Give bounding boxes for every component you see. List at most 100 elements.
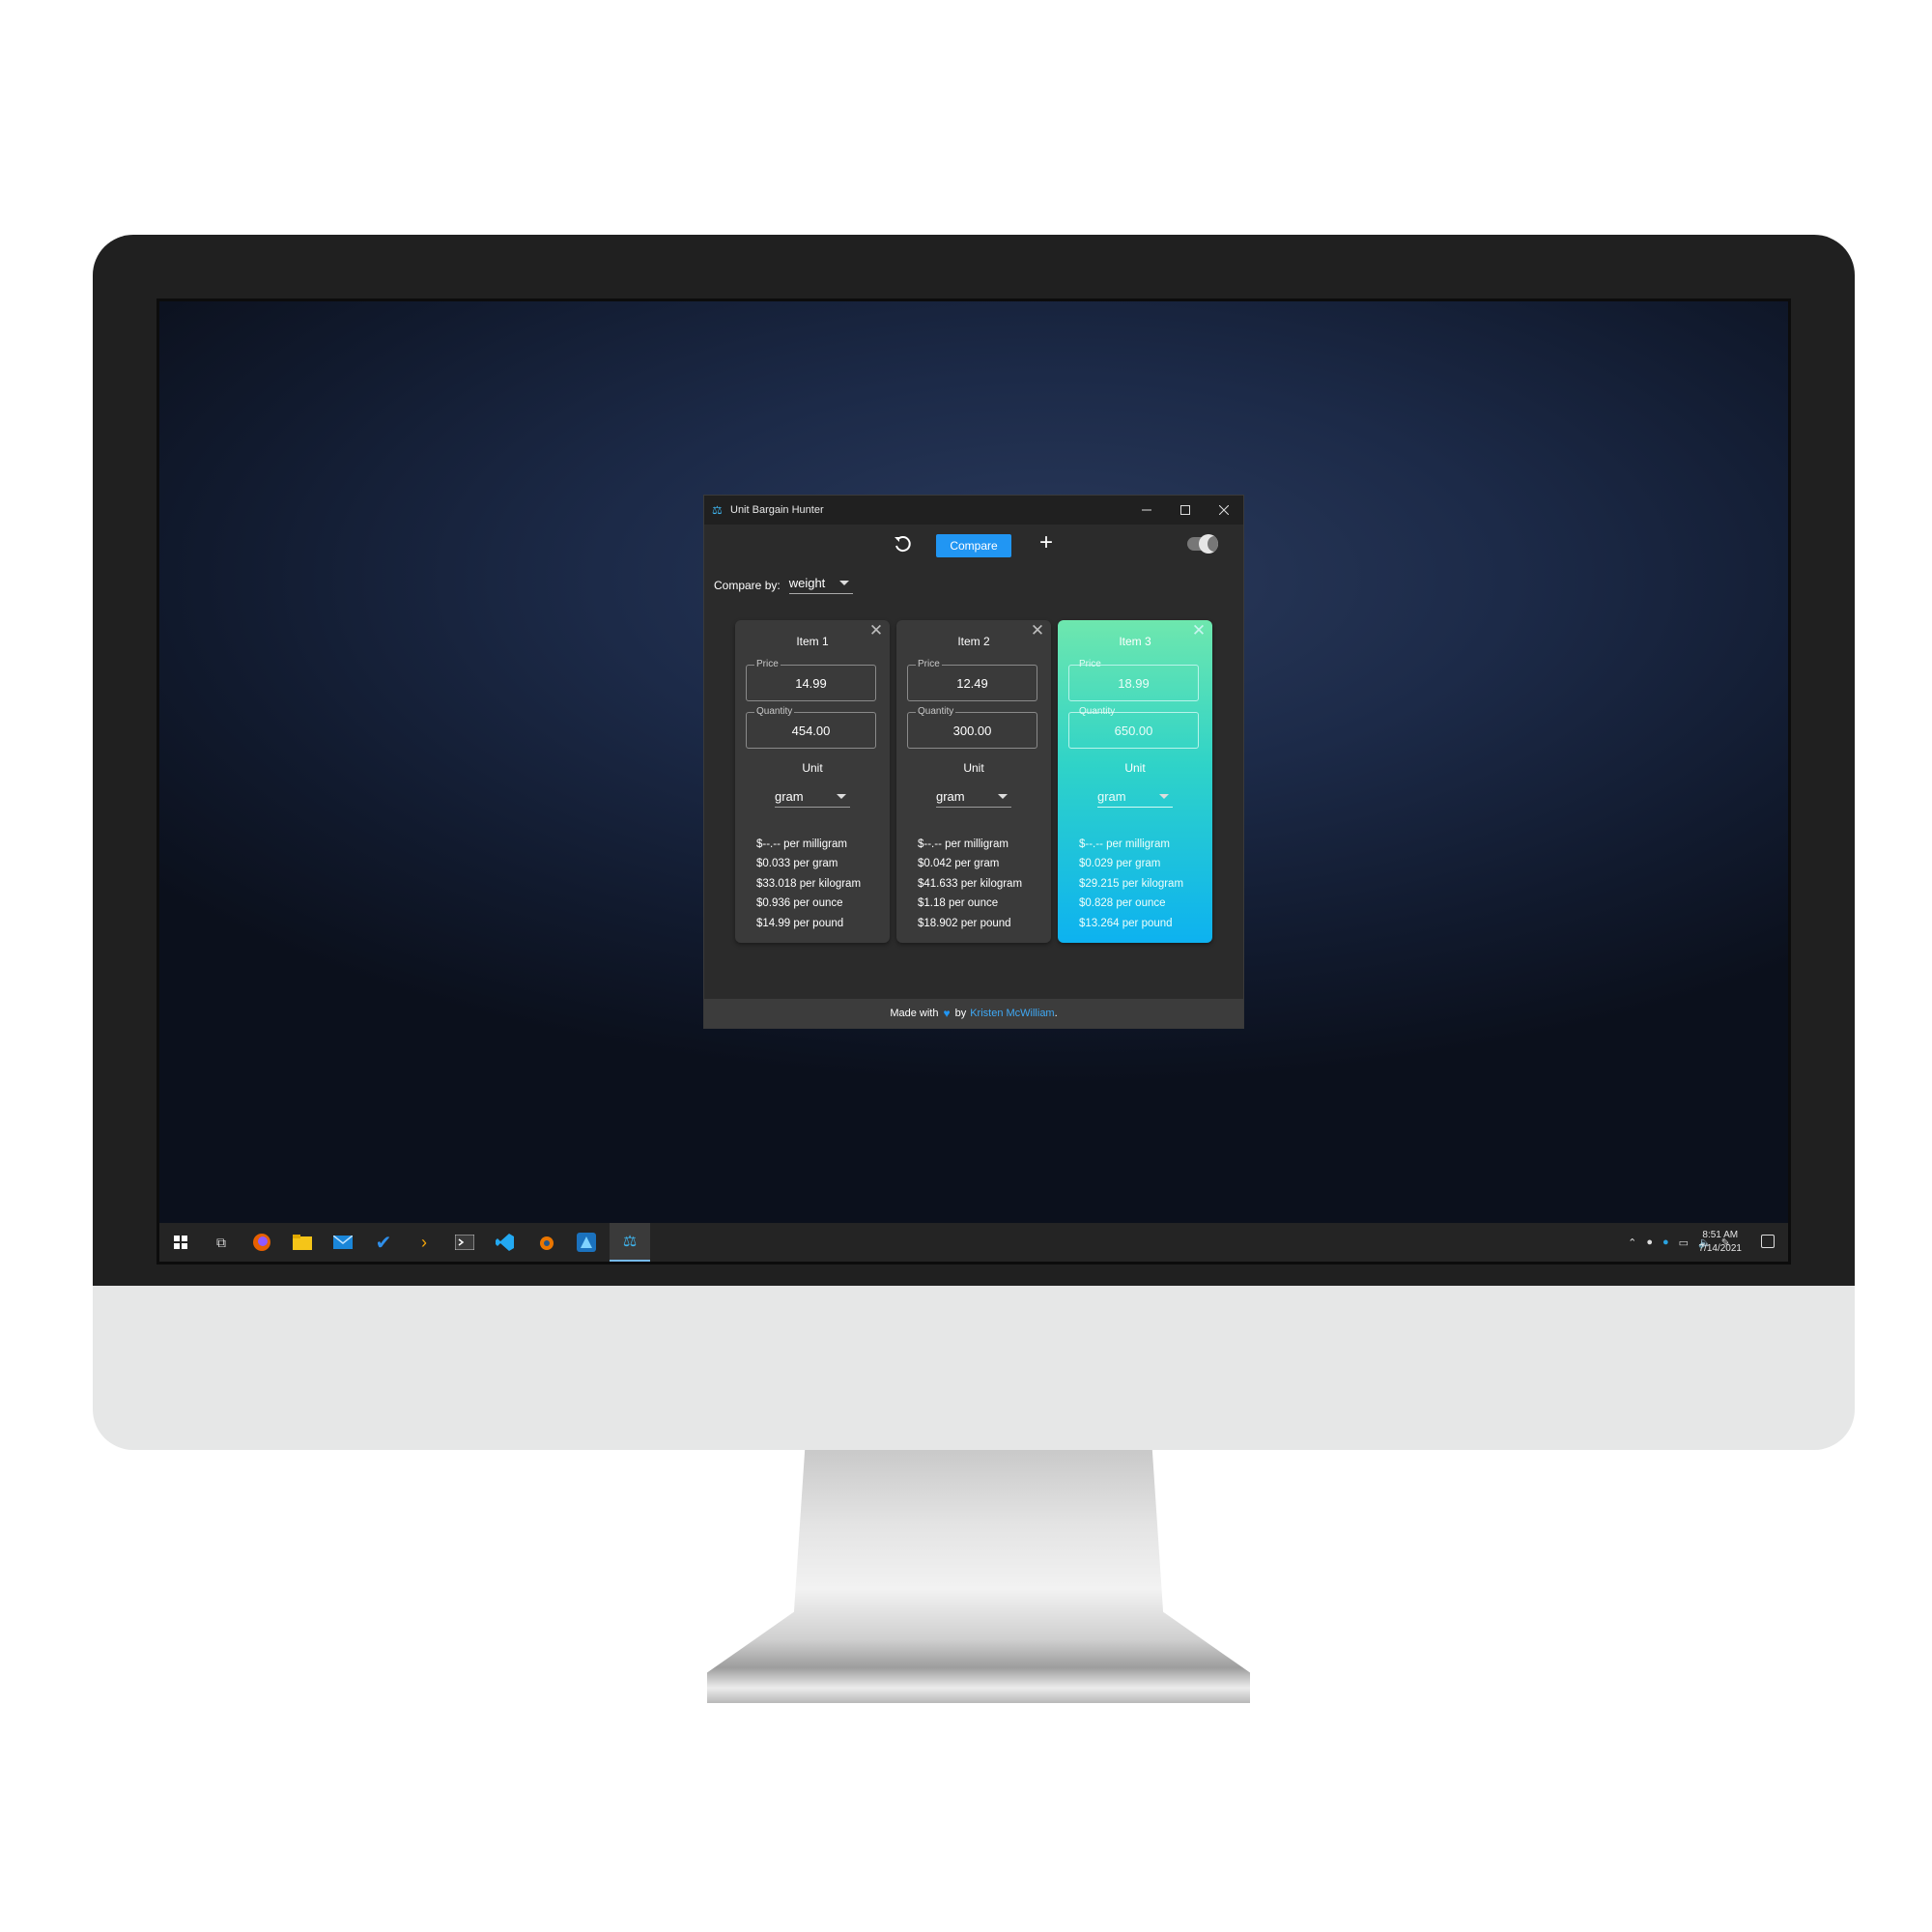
unit-value: gram xyxy=(1097,789,1126,804)
prompt-icon[interactable]: › xyxy=(411,1229,438,1256)
windows-start-icon[interactable] xyxy=(167,1229,194,1256)
compare-button[interactable]: Compare xyxy=(936,534,1011,557)
unit-select[interactable]: gram xyxy=(1097,789,1173,808)
blender-shape xyxy=(540,1236,554,1250)
clock-time: 8:51 AM xyxy=(1702,1230,1739,1240)
mail-icon[interactable] xyxy=(329,1229,356,1256)
window-title: Unit Bargain Hunter xyxy=(730,504,824,516)
close-icon xyxy=(1219,505,1229,515)
unit-bargain-hunter-icon[interactable]: ⚖ xyxy=(610,1223,650,1262)
add-item-button[interactable]: + xyxy=(1035,530,1058,557)
item-card: ✕ Item 1 Price 14.99 Quantity 454.00 Uni… xyxy=(735,620,890,943)
minimize-icon xyxy=(1142,509,1151,511)
notification-icon[interactable] xyxy=(1761,1235,1775,1248)
reset-button[interactable] xyxy=(891,532,914,555)
footer: Made with ♥ by Kristen McWilliam. xyxy=(704,999,1243,1028)
maximize-button[interactable] xyxy=(1166,496,1205,525)
taskbar: ⧉ ✔ › ⚖ ⌃ ● ● ▭ 🔈 ✎ 8:51 AM 7/14/2021 xyxy=(159,1223,1788,1262)
envelope-shape xyxy=(333,1236,353,1249)
maximize-icon xyxy=(1180,505,1190,515)
compare-by-label: Compare by: xyxy=(714,578,781,592)
unit-price-results: $--.-- per milligram $0.033 per gram $33… xyxy=(756,835,861,933)
theme-toggle[interactable] xyxy=(1187,534,1218,554)
desktop-screen: ⚖ Unit Bargain Hunter Compare + Compare … xyxy=(156,298,1791,1264)
windows-logo xyxy=(174,1236,187,1249)
price-value: 12.49 xyxy=(956,676,988,691)
app-window: ⚖ Unit Bargain Hunter Compare + Compare … xyxy=(704,496,1243,1028)
footer-made-with: Made with xyxy=(890,1008,939,1019)
quantity-field[interactable]: Quantity 650.00 xyxy=(1068,706,1199,749)
quantity-label: Quantity xyxy=(754,706,795,718)
quantity-value: 454.00 xyxy=(791,724,831,738)
unit-label: Unit xyxy=(802,761,823,775)
result-line: $41.633 per kilogram xyxy=(918,877,1023,890)
result-line: $--.-- per milligram xyxy=(1079,838,1170,850)
task-view-icon[interactable]: ⧉ xyxy=(208,1229,235,1256)
result-line: $33.018 per kilogram xyxy=(756,877,862,890)
terminal-icon[interactable] xyxy=(451,1229,478,1256)
clock[interactable]: 8:51 AM 7/14/2021 xyxy=(1699,1229,1743,1256)
compare-by-value: weight xyxy=(788,576,826,590)
firefox-logo xyxy=(253,1234,270,1251)
unit-value: gram xyxy=(936,789,965,804)
quantity-label: Quantity xyxy=(916,706,956,718)
unit-select[interactable]: gram xyxy=(775,789,850,808)
monitor-bezel: ⚖ Unit Bargain Hunter Compare + Compare … xyxy=(93,235,1855,1286)
vscode-shape xyxy=(496,1234,514,1251)
result-line: $0.029 per gram xyxy=(1079,858,1161,870)
telegram-icon[interactable]: ● xyxy=(1662,1236,1669,1248)
result-line: $18.902 per pound xyxy=(918,917,1011,929)
caret-down-icon xyxy=(837,794,846,799)
unit-price-results: $--.-- per milligram $0.029 per gram $29… xyxy=(1079,835,1183,933)
result-line: $29.215 per kilogram xyxy=(1079,877,1184,890)
close-button[interactable] xyxy=(1205,496,1243,525)
price-field[interactable]: Price 12.49 xyxy=(907,659,1037,701)
clock-date: 7/14/2021 xyxy=(1698,1243,1743,1254)
heart-icon: ♥ xyxy=(943,1007,951,1020)
item-card-best-deal: ✕ Item 3 Price 18.99 Quantity 650.00 Uni… xyxy=(1058,620,1212,943)
item-title: Item 1 xyxy=(796,635,829,648)
result-line: $0.042 per gram xyxy=(918,858,1000,870)
quantity-field[interactable]: Quantity 300.00 xyxy=(907,706,1037,749)
title-bar[interactable]: ⚖ Unit Bargain Hunter xyxy=(704,496,1243,525)
unit-select[interactable]: gram xyxy=(936,789,1011,808)
caret-down-icon xyxy=(838,581,849,585)
quantity-label: Quantity xyxy=(1079,706,1116,717)
folder-shape xyxy=(293,1235,312,1250)
toolbar: Compare + xyxy=(704,525,1243,563)
file-explorer-icon[interactable] xyxy=(289,1229,316,1256)
footer-by: by xyxy=(954,1008,967,1019)
caret-down-icon xyxy=(998,794,1008,799)
caret-down-icon xyxy=(1159,794,1169,799)
result-line: $1.18 per ounce xyxy=(918,897,999,910)
compare-by-row: Compare by: weight xyxy=(714,576,853,594)
compare-by-select[interactable]: weight xyxy=(788,576,853,594)
price-value: 14.99 xyxy=(795,676,827,691)
firefox-icon[interactable] xyxy=(248,1229,275,1256)
price-label: Price xyxy=(754,659,781,670)
affinity-icon[interactable] xyxy=(573,1229,600,1256)
author-link[interactable]: Kristen McWilliam xyxy=(970,1008,1054,1019)
vscode-icon[interactable] xyxy=(492,1229,519,1256)
item-card: ✕ Item 2 Price 12.49 Quantity 300.00 Uni… xyxy=(896,620,1051,943)
minimize-button[interactable] xyxy=(1127,496,1166,525)
quantity-value: 650.00 xyxy=(1114,724,1153,738)
item-title: Item 2 xyxy=(957,635,990,648)
item-cards: ✕ Item 1 Price 14.99 Quantity 454.00 Uni… xyxy=(735,620,1212,943)
blender-icon[interactable] xyxy=(532,1229,559,1256)
chevron-up-icon[interactable]: ⌃ xyxy=(1628,1236,1636,1249)
discord-icon[interactable]: ● xyxy=(1646,1236,1653,1248)
price-field[interactable]: Price 14.99 xyxy=(746,659,876,701)
price-label: Price xyxy=(1079,659,1101,669)
result-line: $0.828 per ounce xyxy=(1079,897,1166,910)
price-field[interactable]: Price 18.99 xyxy=(1068,659,1199,701)
unit-label: Unit xyxy=(1124,761,1146,775)
result-line: $0.936 per ounce xyxy=(756,897,843,910)
quantity-field[interactable]: Quantity 454.00 xyxy=(746,706,876,749)
price-value: 18.99 xyxy=(1118,676,1150,691)
todo-icon[interactable]: ✔ xyxy=(370,1229,397,1256)
network-icon[interactable]: ▭ xyxy=(1679,1236,1689,1249)
monitor: ⚖ Unit Bargain Hunter Compare + Compare … xyxy=(93,235,1855,1450)
quantity-value: 300.00 xyxy=(952,724,992,738)
footer-period: . xyxy=(1054,1008,1058,1019)
